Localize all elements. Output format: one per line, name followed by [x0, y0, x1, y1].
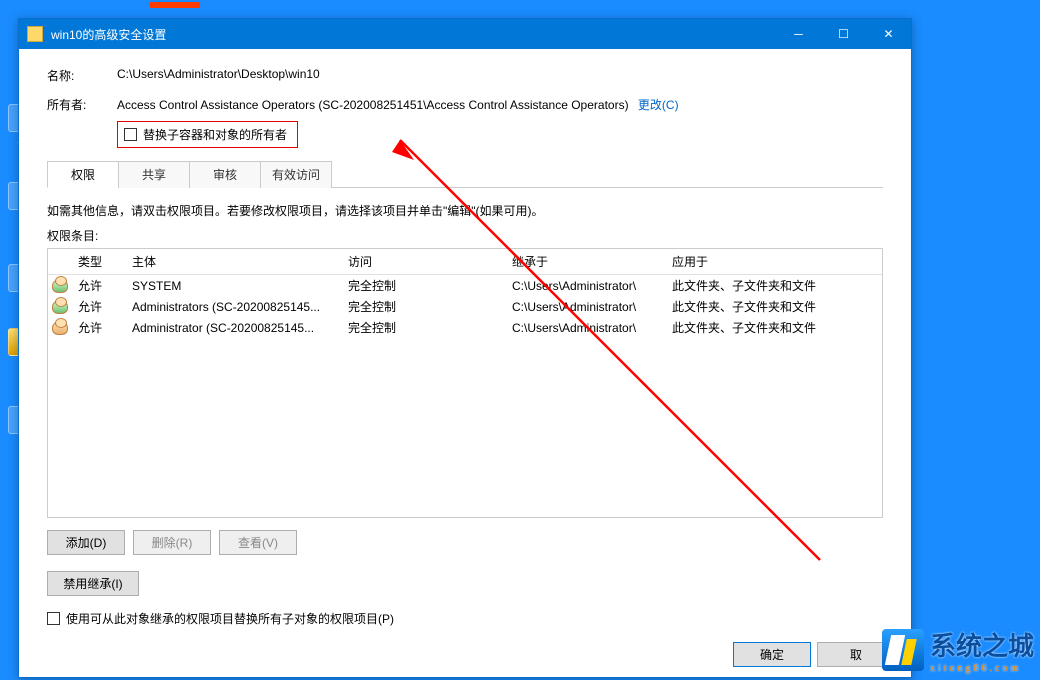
cell-applies: 此文件夹、子文件夹和文件: [672, 298, 872, 315]
window-title: win10的高级安全设置: [51, 26, 776, 43]
watermark-logo: 系统之城 xitong86.com: [882, 626, 1034, 674]
add-button[interactable]: 添加(D): [47, 530, 125, 555]
table-header: 类型 主体 访问 继承于 应用于: [48, 249, 882, 275]
name-value: C:\Users\Administrator\Desktop\win10: [117, 67, 883, 81]
remove-button: 删除(R): [133, 530, 211, 555]
change-owner-link[interactable]: 更改(C): [638, 98, 679, 112]
owner-row: 所有者: Access Control Assistance Operators…: [47, 96, 883, 148]
group-icon: [52, 279, 68, 293]
replace-owner-highlight: 替换子容器和对象的所有者: [117, 121, 298, 148]
table-row[interactable]: 允许 Administrator (SC-20200825145... 完全控制…: [48, 317, 882, 338]
replace-child-checkbox[interactable]: [47, 612, 60, 625]
dialog-footer-buttons: 确定 取: [733, 642, 895, 667]
col-principal[interactable]: 主体: [132, 253, 348, 270]
minimize-button[interactable]: ─: [776, 19, 821, 49]
titlebar[interactable]: win10的高级安全设置 ─ ☐ ✕: [19, 19, 911, 49]
table-row[interactable]: 允许 SYSTEM 完全控制 C:\Users\Administrator\ 此…: [48, 275, 882, 296]
instruction-text: 如需其他信息，请双击权限项目。若要修改权限项目，请选择该项目并单击"编辑"(如果…: [47, 202, 883, 219]
replace-owner-label: 替换子容器和对象的所有者: [143, 126, 287, 143]
cell-inherited: C:\Users\Administrator\: [512, 321, 672, 335]
owner-value: Access Control Assistance Operators (SC-…: [117, 98, 629, 112]
action-buttons: 添加(D) 删除(R) 查看(V): [47, 530, 883, 555]
permissions-table: 类型 主体 访问 继承于 应用于 允许 SYSTEM 完全控制 C:\Users…: [47, 248, 883, 518]
replace-child-row: 使用可从此对象继承的权限项目替换所有子对象的权限项目(P): [47, 610, 883, 627]
owner-label: 所有者:: [47, 96, 117, 113]
cell-type: 允许: [78, 277, 132, 294]
tab-strip: 权限 共享 审核 有效访问: [47, 160, 883, 188]
entries-label: 权限条目:: [47, 227, 883, 244]
ok-button[interactable]: 确定: [733, 642, 811, 667]
cell-access: 完全控制: [348, 298, 512, 315]
tab-share[interactable]: 共享: [118, 161, 190, 188]
close-button[interactable]: ✕: [866, 19, 911, 49]
tab-permissions[interactable]: 权限: [47, 161, 119, 188]
name-label: 名称:: [47, 67, 117, 84]
cell-principal: SYSTEM: [132, 279, 348, 293]
cell-principal: Administrators (SC-20200825145...: [132, 300, 348, 314]
cell-applies: 此文件夹、子文件夹和文件: [672, 277, 872, 294]
col-access[interactable]: 访问: [348, 253, 512, 270]
folder-icon: [27, 26, 43, 42]
maximize-button[interactable]: ☐: [821, 19, 866, 49]
tab-effective[interactable]: 有效访问: [260, 161, 332, 188]
watermark-url: xitong86.com: [930, 663, 1034, 674]
replace-owner-checkbox[interactable]: [124, 128, 137, 141]
table-row[interactable]: 允许 Administrators (SC-20200825145... 完全控…: [48, 296, 882, 317]
cell-access: 完全控制: [348, 277, 512, 294]
cell-principal: Administrator (SC-20200825145...: [132, 321, 348, 335]
col-inherited[interactable]: 继承于: [512, 253, 672, 270]
view-button: 查看(V): [219, 530, 297, 555]
disable-inherit-button[interactable]: 禁用继承(I): [47, 571, 139, 596]
name-row: 名称: C:\Users\Administrator\Desktop\win10: [47, 67, 883, 84]
tab-audit[interactable]: 审核: [189, 161, 261, 188]
watermark-icon: [882, 629, 924, 671]
cell-inherited: C:\Users\Administrator\: [512, 279, 672, 293]
replace-child-label: 使用可从此对象继承的权限项目替换所有子对象的权限项目(P): [66, 610, 394, 627]
user-icon: [52, 321, 68, 335]
col-applies[interactable]: 应用于: [672, 253, 872, 270]
cell-applies: 此文件夹、子文件夹和文件: [672, 319, 872, 336]
group-icon: [52, 300, 68, 314]
cell-inherited: C:\Users\Administrator\: [512, 300, 672, 314]
cell-access: 完全控制: [348, 319, 512, 336]
col-type[interactable]: 类型: [78, 253, 132, 270]
cell-type: 允许: [78, 319, 132, 336]
window-content: 名称: C:\Users\Administrator\Desktop\win10…: [19, 49, 911, 677]
advanced-security-window: win10的高级安全设置 ─ ☐ ✕ 名称: C:\Users\Administ…: [18, 18, 912, 678]
background-app-hint: [150, 2, 200, 8]
cell-type: 允许: [78, 298, 132, 315]
watermark-text: 系统之城: [930, 632, 1034, 661]
